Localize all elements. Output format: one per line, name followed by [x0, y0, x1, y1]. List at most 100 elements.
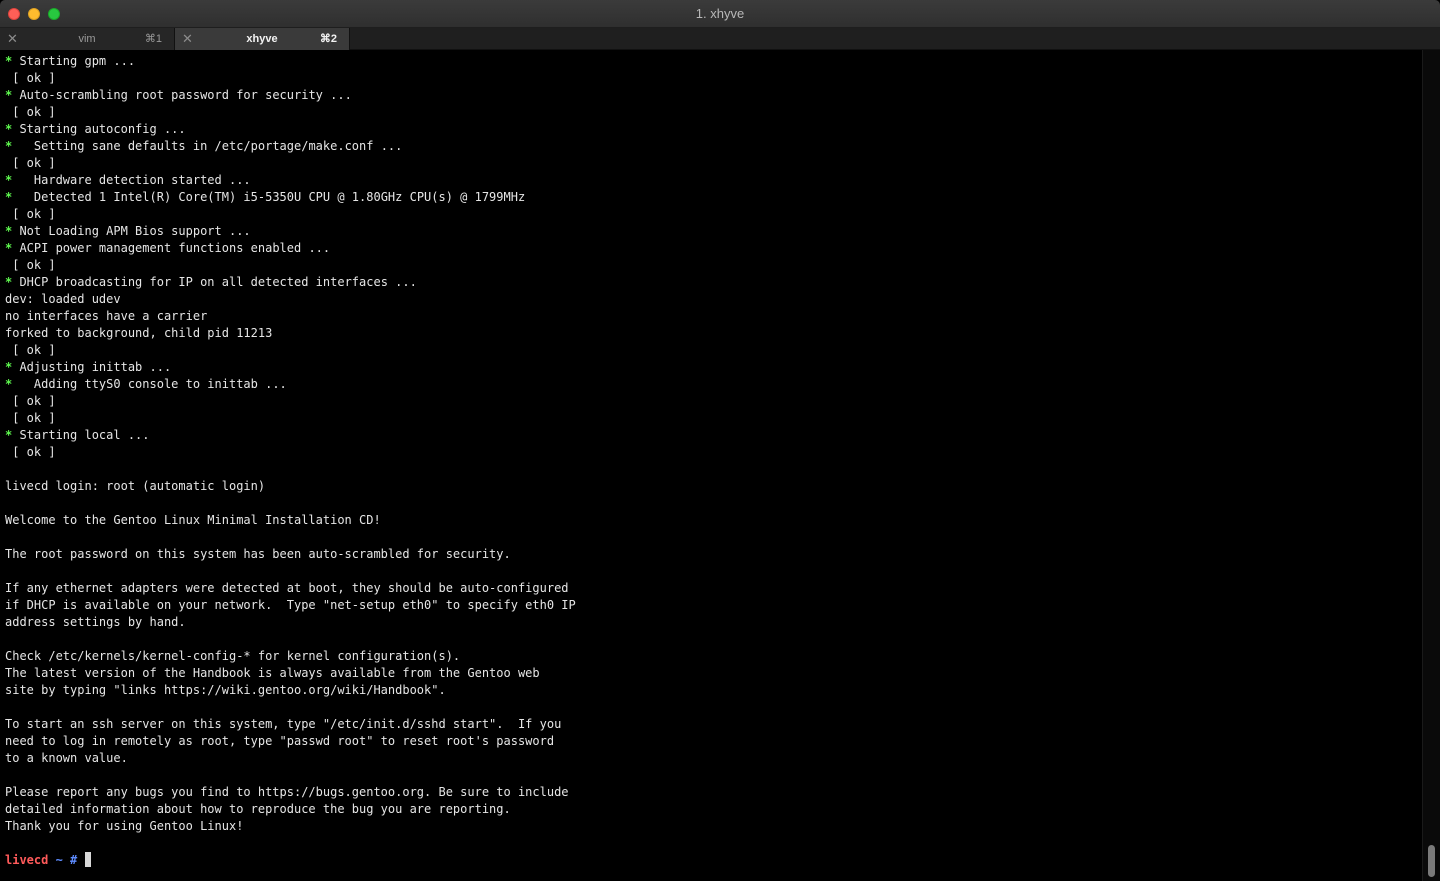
terminal-line-text: Starting gpm ...: [12, 54, 136, 68]
tab-shortcut: ⌘1: [144, 33, 162, 45]
title-bar[interactable]: 1. xhyve: [0, 0, 1440, 28]
tab-shortcut: ⌘2: [319, 33, 337, 45]
terminal-line: address settings by hand.: [5, 614, 1422, 631]
terminal-line: [ ok ]: [5, 70, 1422, 87]
terminal-line-text: [ ok ]: [5, 445, 56, 459]
text-cursor: [84, 852, 91, 867]
terminal-line: * Setting sane defaults in /etc/portage/…: [5, 138, 1422, 155]
terminal-line-text: no interfaces have a carrier: [5, 309, 208, 323]
terminal-line: Check /etc/kernels/kernel-config-* for k…: [5, 648, 1422, 665]
terminal-line: * Detected 1 Intel(R) Core(TM) i5-5350U …: [5, 189, 1422, 206]
terminal-line-text: Auto-scrambling root password for securi…: [12, 88, 352, 102]
terminal-line: if DHCP is available on your network. Ty…: [5, 597, 1422, 614]
terminal-line: * Starting gpm ...: [5, 53, 1422, 70]
terminal-line: Please report any bugs you find to https…: [5, 784, 1422, 801]
terminal-line-text: dev: loaded udev: [5, 292, 121, 306]
terminal-line: [ ok ]: [5, 410, 1422, 427]
terminal-line-text: detailed information about how to reprod…: [5, 802, 511, 816]
terminal-line-text: DHCP broadcasting for IP on all detected…: [12, 275, 417, 289]
terminal-line-text: [ ok ]: [5, 258, 56, 272]
terminal-line-text: if DHCP is available on your network. Ty…: [5, 598, 576, 612]
terminal-line-text: site by typing "links https://wiki.gento…: [5, 683, 446, 697]
terminal-line-text: The latest version of the Handbook is al…: [5, 666, 540, 680]
terminal-line: livecd login: root (automatic login): [5, 478, 1422, 495]
terminal-line: If any ethernet adapters were detected a…: [5, 580, 1422, 597]
terminal-line-text: The root password on this system has bee…: [5, 547, 511, 561]
terminal-line-text: livecd login: root (automatic login): [5, 479, 266, 493]
terminal-lines: * Starting gpm ... [ ok ] * Auto-scrambli…: [5, 53, 1422, 852]
terminal-line-text: Setting sane defaults in /etc/portage/ma…: [12, 139, 403, 153]
terminal-line: need to log in remotely as root, type "p…: [5, 733, 1422, 750]
terminal-line: * Not Loading APM Bios support ...: [5, 223, 1422, 240]
terminal-line-text: Hardware detection started ...: [12, 173, 251, 187]
terminal-line-text: Not Loading APM Bios support ...: [12, 224, 251, 238]
scrollbar-thumb[interactable]: [1428, 845, 1435, 877]
prompt-path: ~ #: [48, 853, 78, 867]
terminal-line-text: Check /etc/kernels/kernel-config-* for k…: [5, 649, 461, 663]
terminal-line: [ ok ]: [5, 257, 1422, 274]
terminal-line: detailed information about how to reprod…: [5, 801, 1422, 818]
terminal-line-text: [ ok ]: [5, 207, 56, 221]
terminal-line: [ ok ]: [5, 206, 1422, 223]
terminal-line-text: Please report any bugs you find to https…: [5, 785, 569, 799]
terminal-line-text: [ ok ]: [5, 156, 56, 170]
shell-prompt-line[interactable]: livecd ~ #: [5, 852, 1422, 869]
terminal-line: to a known value.: [5, 750, 1422, 767]
terminal-line-text: Starting autoconfig ...: [12, 122, 186, 136]
terminal-line: * ACPI power management functions enable…: [5, 240, 1422, 257]
terminal-line: [ ok ]: [5, 393, 1422, 410]
terminal-line-text: to a known value.: [5, 751, 128, 765]
terminal-line: Thank you for using Gentoo Linux!: [5, 818, 1422, 835]
terminal-line: * Adding ttyS0 console to inittab ...: [5, 376, 1422, 393]
terminal-line: Welcome to the Gentoo Linux Minimal Inst…: [5, 512, 1422, 529]
terminal-line: forked to background, child pid 11213: [5, 325, 1422, 342]
terminal-line-text: Adding ttyS0 console to inittab ...: [12, 377, 287, 391]
terminal-output[interactable]: * Starting gpm ... [ ok ] * Auto-scrambli…: [0, 50, 1422, 881]
terminal-line-text: [ ok ]: [5, 105, 56, 119]
terminal-line-text: [ ok ]: [5, 71, 56, 85]
terminal-line: no interfaces have a carrier: [5, 308, 1422, 325]
terminal-line-text: ACPI power management functions enabled …: [12, 241, 331, 255]
terminal-line-text: address settings by hand.: [5, 615, 186, 629]
terminal-line-text: Detected 1 Intel(R) Core(TM) i5-5350U CP…: [12, 190, 526, 204]
prompt-input[interactable]: [77, 853, 84, 867]
tab-vim[interactable]: ✕ vim ⌘1: [0, 28, 175, 50]
terminal-line-text: Thank you for using Gentoo Linux!: [5, 819, 244, 833]
terminal-line: [ ok ]: [5, 155, 1422, 172]
window-title: 1. xhyve: [695, 6, 745, 21]
terminal-line: * Hardware detection started ...: [5, 172, 1422, 189]
terminal-line-text: If any ethernet adapters were detected a…: [5, 581, 569, 595]
terminal-line-text: Starting local ...: [12, 428, 150, 442]
prompt-host: livecd: [5, 853, 49, 867]
terminal-line-text: forked to background, child pid 11213: [5, 326, 273, 340]
terminal-line: [ ok ]: [5, 444, 1422, 461]
tab-bar: ✕ vim ⌘1 ✕ xhyve ⌘2: [0, 28, 1440, 50]
terminal-line-text: [ ok ]: [5, 394, 56, 408]
terminal-line: [ ok ]: [5, 342, 1422, 359]
terminal-line-text: [ ok ]: [5, 343, 56, 357]
terminal-line: dev: loaded udev: [5, 291, 1422, 308]
terminal-line: site by typing "links https://wiki.gento…: [5, 682, 1422, 699]
terminal-line: The latest version of the Handbook is al…: [5, 665, 1422, 682]
tab-xhyve[interactable]: ✕ xhyve ⌘2: [175, 28, 350, 50]
terminal-line: * Starting local ...: [5, 427, 1422, 444]
terminal-line: * Starting autoconfig ...: [5, 121, 1422, 138]
terminal-line-text: To start an ssh server on this system, t…: [5, 717, 562, 731]
terminal-line: * DHCP broadcasting for IP on all detect…: [5, 274, 1422, 291]
terminal-window: 1. xhyve ✕ vim ⌘1 ✕ xhyve ⌘2 * Starting …: [0, 0, 1440, 881]
terminal-line: * Auto-scrambling root password for secu…: [5, 87, 1422, 104]
terminal-line: [ ok ]: [5, 104, 1422, 121]
terminal-line: * Adjusting inittab ...: [5, 359, 1422, 376]
terminal-line: The root password on this system has bee…: [5, 546, 1422, 563]
vertical-scrollbar[interactable]: [1422, 50, 1440, 881]
terminal-line-text: need to log in remotely as root, type "p…: [5, 734, 555, 748]
terminal-line: To start an ssh server on this system, t…: [5, 716, 1422, 733]
